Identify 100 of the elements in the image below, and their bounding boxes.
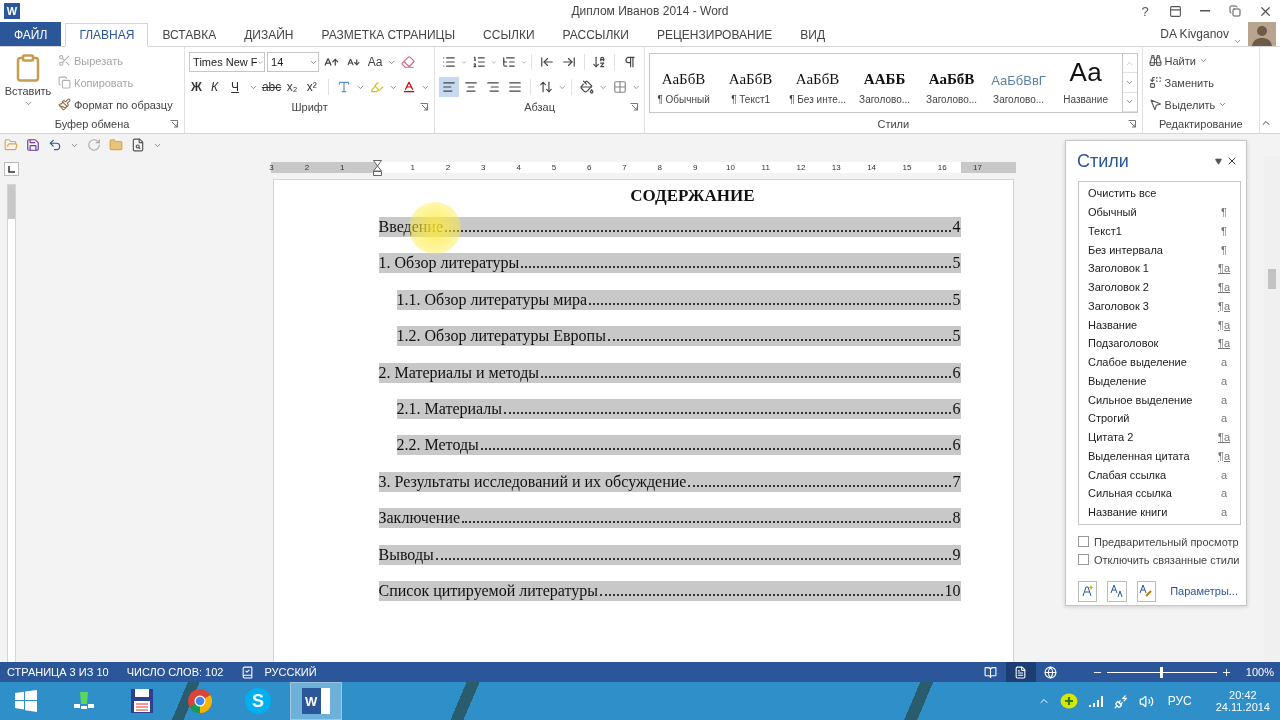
font-name-field[interactable]: Times New F — [189, 52, 266, 72]
word-count[interactable]: ЧИСЛО СЛОВ: 102 — [126, 666, 224, 678]
style-name[interactable]: Выделенная цитата — [1088, 449, 1216, 462]
toc-entry[interactable]: 2.2. Методы 6 — [396, 435, 961, 456]
style-name[interactable]: Сильная ссылка — [1088, 487, 1216, 500]
style-preset[interactable]: АаБбВ Заголово... — [918, 54, 986, 112]
tab-stop-selector[interactable] — [3, 162, 19, 176]
taskbar-button[interactable]: W — [290, 682, 342, 720]
globe-icon — [1044, 665, 1058, 679]
style-name[interactable]: Обычный — [1088, 206, 1216, 219]
style-name[interactable]: Название — [1088, 318, 1216, 331]
paint-bucket-icon — [580, 80, 595, 94]
toc-entry[interactable]: 1.2. Обзор литературы Европы 5 — [396, 326, 961, 347]
indent-marker-icon[interactable] — [372, 159, 382, 176]
toc-entry[interactable]: Список цитируемой литературы 10 — [378, 580, 961, 601]
style-name[interactable]: Заголовок 1 — [1088, 262, 1216, 275]
style-name[interactable]: Слабая ссылка — [1088, 468, 1216, 481]
toc-entry[interactable]: 3. Результаты исследований и их обсуждение 7 — [378, 471, 961, 492]
manage-styles-button[interactable] — [1136, 580, 1157, 602]
clipboard-command[interactable]: Формат по образцу — [56, 95, 175, 114]
format-button[interactable]: x² — [304, 77, 323, 97]
style-preset[interactable]: АаБбВ ¶ Текст1 — [717, 54, 785, 112]
page-count[interactable]: СТРАНИЦА 3 ИЗ 10 — [7, 666, 109, 678]
ribbon-display-icon — [1168, 4, 1182, 18]
clock[interactable]: 20:42 24.11.2014 — [1215, 689, 1270, 713]
style-name[interactable]: Название книги — [1088, 506, 1216, 519]
font-size-field[interactable]: 14 — [267, 52, 320, 72]
style-name[interactable]: Подзаголовок — [1088, 337, 1216, 350]
dialog-launcher-icon[interactable] — [170, 120, 179, 128]
options-link[interactable]: Параметры... — [1170, 585, 1238, 597]
page-number: 5 — [952, 289, 961, 310]
format-button[interactable]: К — [209, 77, 228, 97]
zoom-thumb[interactable] — [1160, 666, 1164, 678]
app-logo[interactable]: W — [4, 3, 20, 19]
style-preset[interactable]: ААББ Заголово... — [851, 54, 919, 112]
page-number: 6 — [952, 398, 961, 419]
ribbon-tab[interactable]: ГЛАВНАЯ — [65, 23, 149, 47]
style-preset[interactable]: Аа Название — [1052, 54, 1120, 112]
dialog-launcher-icon[interactable] — [420, 103, 429, 111]
zoom-in-icon[interactable] — [1220, 666, 1232, 678]
file-tab[interactable]: ФАЙЛ — [0, 22, 62, 46]
dialog-launcher-icon[interactable] — [630, 103, 639, 111]
dialog-launcher-icon[interactable] — [1127, 120, 1136, 128]
paste-button[interactable]: Вставить — [4, 51, 52, 115]
align-button[interactable] — [439, 77, 460, 97]
page-number: 9 — [952, 544, 961, 565]
language-label[interactable]: РУССКИЙ — [264, 666, 317, 678]
list-tree-icon — [501, 55, 516, 69]
font-color-icon — [402, 80, 417, 94]
toc-entry[interactable]: 1. Обзор литературы 5 — [378, 253, 961, 274]
style-name[interactable]: Без интервала — [1088, 243, 1216, 256]
undo-icon[interactable] — [48, 138, 62, 152]
browser-icon — [187, 688, 213, 714]
close-icon[interactable] — [1226, 155, 1238, 167]
toc-entry[interactable]: 1.1. Обзор литературы мира 5 — [396, 289, 961, 310]
toc-entry[interactable]: 2. Материалы и методы 6 — [378, 362, 961, 383]
zoom-level[interactable]: 100% — [1245, 666, 1274, 678]
toc-entry[interactable]: Выводы 9 — [378, 544, 961, 565]
format-button[interactable]: Ж — [189, 77, 208, 97]
change-case-button[interactable]: Аа — [365, 52, 386, 72]
toc-entry[interactable]: Заключение 8 — [378, 508, 961, 529]
style-name[interactable]: Строгий — [1088, 412, 1216, 425]
editing-command[interactable]: Выделить — [1146, 95, 1255, 114]
checkbox[interactable] — [1078, 554, 1089, 565]
plus-circle-icon[interactable] — [1059, 693, 1078, 709]
style-preset[interactable]: АаБбВ ¶ Без инте... — [784, 54, 852, 112]
style-preset[interactable]: АаБбВ ¶ Обычный — [650, 54, 718, 112]
dropdown-icon[interactable] — [1215, 157, 1222, 165]
entry-title: 1.1. Обзор литературы мира — [396, 289, 588, 310]
style-name[interactable]: Текст1 — [1088, 224, 1216, 237]
format-button[interactable]: abc — [259, 77, 283, 97]
view-button[interactable] — [1005, 662, 1036, 682]
print-preview-icon[interactable] — [131, 138, 145, 152]
help-button[interactable]: ? — [1130, 0, 1160, 22]
style-preset[interactable]: АаБбВвГ Заголово... — [985, 54, 1053, 112]
user-name[interactable]: DA Kivganov — [1160, 27, 1229, 41]
checkbox[interactable] — [1078, 536, 1089, 547]
new-style-button[interactable] — [1078, 580, 1098, 602]
style-name[interactable]: Заголовок 3 — [1088, 299, 1216, 312]
style-name[interactable]: Выделение — [1088, 374, 1216, 387]
input-language[interactable]: РУС — [1167, 694, 1192, 708]
format-button[interactable]: x₂ — [284, 77, 303, 97]
style-name[interactable]: Цитата 2 — [1088, 431, 1216, 444]
toc-entry[interactable]: 2.1. Материалы 6 — [396, 398, 961, 419]
speaker-icon[interactable] — [1138, 693, 1154, 709]
style-name[interactable]: Заголовок 2 — [1088, 281, 1216, 294]
style-name[interactable]: Сильное выделение — [1088, 393, 1216, 406]
save-icon[interactable] — [26, 138, 40, 152]
format-button[interactable]: Ч — [229, 77, 248, 97]
style-inspector-button[interactable] — [1107, 580, 1127, 602]
editing-command[interactable]: Заменить — [1146, 73, 1255, 92]
style-name[interactable]: Слабое выделение — [1088, 356, 1216, 369]
scrollbar-thumb[interactable] — [1268, 269, 1276, 289]
proofing-icon[interactable] — [241, 665, 255, 679]
editing-command[interactable]: Найти — [1146, 51, 1255, 70]
style-name[interactable]: Очистить все — [1088, 187, 1232, 200]
signal-icon[interactable] — [1087, 694, 1104, 708]
power-icon[interactable] — [1113, 693, 1129, 709]
style-type-marker: a — [1219, 356, 1229, 369]
entry-title: 3. Результаты исследований и их обсуждение — [378, 471, 687, 492]
